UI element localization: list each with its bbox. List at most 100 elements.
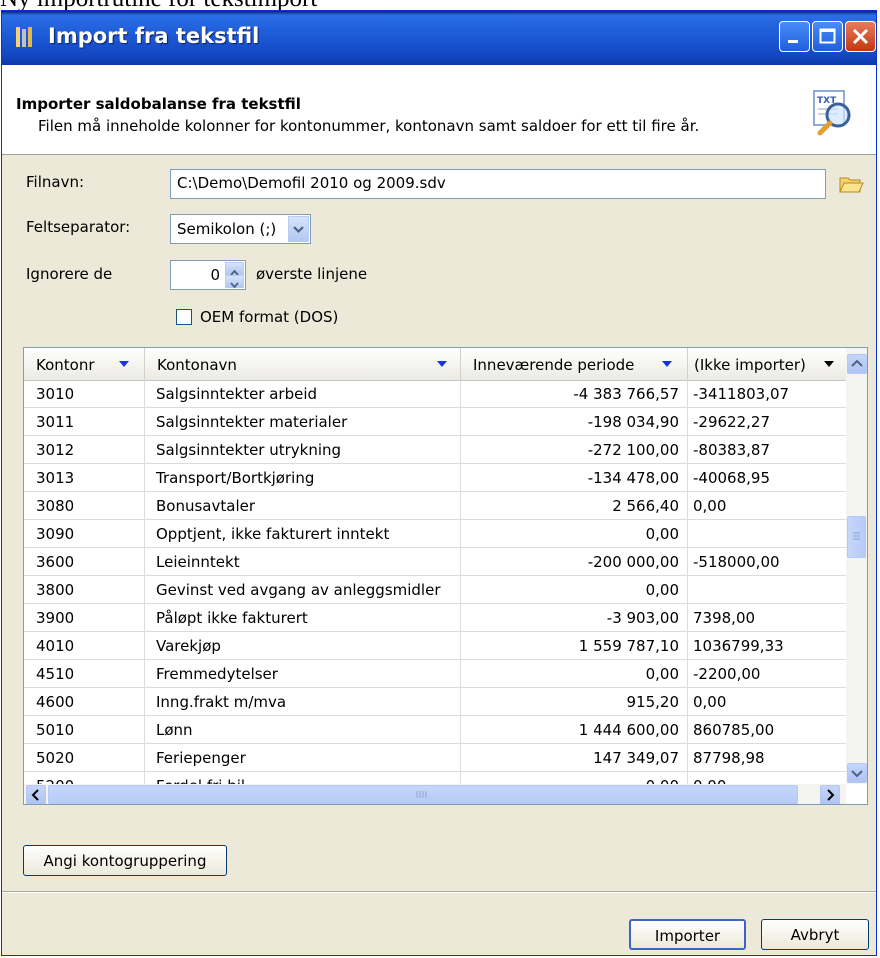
cell-ignore: 1036799,33 — [693, 637, 784, 655]
cell-ignore — [688, 520, 846, 547]
table-row[interactable]: 3013 Transport/Bortkjøring -134 478,00 -400… — [24, 464, 846, 492]
scroll-right-button[interactable] — [820, 785, 840, 804]
chevron-left-icon — [31, 789, 39, 801]
divider — [2, 891, 876, 893]
table-row[interactable]: 3010 Salgsinntekter arbeid -4 383 766,57 -3… — [24, 380, 846, 408]
horizontal-scrollbar[interactable] — [24, 784, 846, 804]
table-row[interactable]: 3600 Leieinntekt -200 000,00 -518000,00 — [24, 548, 846, 576]
angi-kontogruppering-button[interactable]: Angi kontogruppering — [23, 845, 227, 876]
cell-kontonavn: Leieinntekt — [145, 548, 461, 575]
chevron-down-icon — [851, 770, 863, 778]
cell-kontonavn: Transport/Bortkjøring — [145, 464, 461, 491]
cell-period: 2 566,40 — [461, 492, 688, 519]
cell-kontonavn: Salgsinntekter utrykning — [145, 436, 461, 463]
cell-period: 1 444 600,00 — [461, 716, 688, 743]
cell-kontonr: 3080 — [24, 492, 145, 519]
table-row[interactable]: 4010 Varekjøp 1 559 787,10 1036799,33 — [24, 632, 846, 660]
cell-ignore: 860785,00 — [693, 721, 775, 739]
header-title: Importer saldobalanse fra tekstfil — [16, 95, 301, 113]
cell-kontonr: 3010 — [24, 380, 145, 407]
spin-down-button[interactable] — [225, 275, 244, 289]
cell-ignore: -518000,00 — [693, 553, 780, 571]
cell-ignore: 7398,00 — [693, 609, 756, 627]
cell-kontonavn: Bonusavtaler — [145, 492, 461, 519]
txt-search-icon: TXT — [813, 90, 851, 136]
close-button[interactable] — [845, 21, 876, 52]
header-subtitle: Filen må inneholde kolonner for kontonum… — [38, 117, 700, 135]
scroll-up-button[interactable] — [847, 354, 867, 374]
header-panel: Importer saldobalanse fra tekstfil Filen… — [2, 65, 876, 155]
import-dialog: Import fra tekstfil Importer saldobalans… — [1, 10, 877, 956]
cell-kontonavn: Fremmedytelser — [145, 660, 461, 687]
title-bar[interactable]: Import fra tekstfil — [2, 11, 876, 65]
column-header-kontonavn[interactable]: Kontonavn — [145, 348, 461, 380]
table-row[interactable]: 5020 Feriepenger 147 349,07 87798,98 — [24, 744, 846, 772]
spin-up-button[interactable] — [225, 262, 244, 276]
column-header-kontonr[interactable]: Kontonr — [24, 348, 145, 380]
cell-kontonavn: Varekjøp — [145, 632, 461, 659]
filename-field[interactable]: C:\Demo\Demofil 2010 og 2009.sdv — [170, 169, 826, 199]
import-button[interactable]: Importer — [629, 919, 746, 950]
table-row[interactable]: 3011 Salgsinntekter materialer -198 034,90… — [24, 408, 846, 436]
chevron-up-icon — [851, 359, 863, 367]
oem-checkbox[interactable] — [176, 309, 192, 325]
table-row[interactable]: 3012 Salgsinntekter utrykning -272 100,00-… — [24, 436, 846, 464]
cell-kontonr: 5010 — [24, 716, 145, 743]
cell-kontonavn: Salgsinntekter arbeid — [145, 380, 461, 407]
table-row[interactable]: 4510 Fremmedytelser 0,00 -2200,00 — [24, 660, 846, 688]
folder-icon[interactable] — [838, 173, 864, 195]
cell-period: 1 559 787,10 — [461, 632, 688, 659]
separator-value: Semikolon (;) — [177, 220, 277, 238]
cell-ignore — [688, 576, 846, 603]
ignore-lines-spinner[interactable]: 0 — [170, 260, 246, 290]
cell-kontonr: 3090 — [24, 520, 145, 547]
cell-period: 0,00 — [461, 520, 688, 547]
table-row[interactable]: 3800 Gevinst ved avgang av anleggsmidler 0… — [24, 576, 846, 604]
grid-header: Kontonr Kontonavn Inneværende periode (I… — [24, 348, 846, 381]
chevron-right-icon — [827, 789, 835, 801]
table-row[interactable]: 5010 Lønn 1 444 600,00 860785,00 — [24, 716, 846, 744]
separator-select[interactable]: Semikolon (;) — [170, 214, 311, 244]
cell-ignore: -80383,87 — [693, 441, 770, 459]
cell-kontonr: 3013 — [24, 464, 145, 491]
sort-dropdown-icon[interactable] — [119, 361, 129, 367]
scroll-down-button[interactable] — [847, 763, 867, 783]
column-header-period[interactable]: Inneværende periode — [461, 348, 688, 380]
cell-ignore: -29622,27 — [693, 413, 770, 431]
cell-ignore: -40068,95 — [693, 469, 770, 487]
separator-dropdown-button[interactable] — [288, 216, 309, 242]
window-title: Import fra tekstfil — [48, 24, 260, 48]
sort-dropdown-icon[interactable] — [662, 361, 672, 367]
filename-label: Filnavn: — [26, 173, 85, 191]
table-row[interactable]: 3090 Opptjent, ikke fakturert inntekt 0,00 — [24, 520, 846, 548]
vertical-scrollbar[interactable] — [846, 348, 867, 784]
cancel-button[interactable]: Avbryt — [761, 919, 869, 950]
table-row[interactable]: 3900 Påløpt ikke fakturert -3 903,00 7398,0… — [24, 604, 846, 632]
cell-period: -272 100,00 — [461, 436, 688, 463]
cell-kontonr: 5020 — [24, 744, 145, 771]
scroll-left-button[interactable] — [26, 785, 46, 804]
import-grid[interactable]: Kontonr Kontonavn Inneværende periode (I… — [23, 347, 868, 805]
table-row[interactable]: 3080 Bonusavtaler 2 566,40 0,00 — [24, 492, 846, 520]
cell-ignore: 87798,98 — [693, 749, 765, 767]
cell-kontonr: 3800 — [24, 576, 145, 603]
cell-period: -198 034,90 — [461, 408, 688, 435]
sort-dropdown-icon[interactable] — [824, 361, 834, 367]
minimize-button[interactable] — [779, 21, 810, 52]
table-row[interactable]: 4600 Inng.frakt m/mva 915,20 0,00 — [24, 688, 846, 716]
cell-ignore: -3411803,07 — [693, 385, 790, 403]
cell-ignore: 0,00 — [693, 497, 727, 515]
horizontal-scroll-thumb[interactable] — [48, 785, 798, 804]
vertical-scroll-thumb[interactable] — [847, 516, 866, 558]
cell-kontonr: 4510 — [24, 660, 145, 687]
column-header-ignore[interactable]: (Ikke importer) — [688, 348, 846, 380]
cell-kontonr: 4010 — [24, 632, 145, 659]
separator-label: Feltseparator: — [26, 218, 131, 236]
cell-period: 0,00 — [461, 576, 688, 603]
maximize-button[interactable] — [812, 21, 843, 52]
cell-period: 0,00 — [461, 660, 688, 687]
oem-label[interactable]: OEM format (DOS) — [200, 308, 338, 326]
ignore-lines-value: 0 — [210, 266, 220, 284]
cell-kontonr: 3011 — [24, 408, 145, 435]
sort-dropdown-icon[interactable] — [437, 361, 447, 367]
